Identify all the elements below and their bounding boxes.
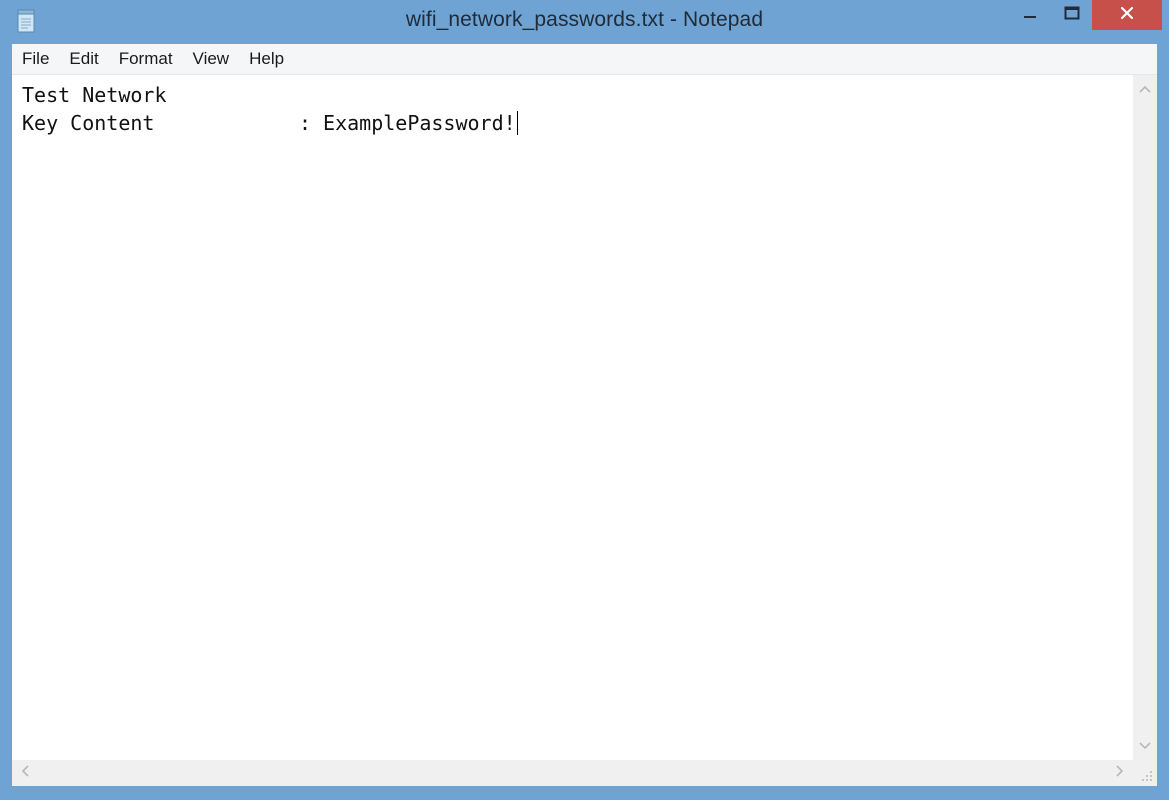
resize-grip[interactable] [1133,760,1157,786]
scroll-up-button[interactable] [1133,75,1157,103]
menu-bar: File Edit Format View Help [12,44,1157,75]
menu-help[interactable]: Help [239,44,294,74]
menu-file[interactable]: File [12,44,59,74]
editor-line: Key Content : ExamplePassword! [22,111,516,135]
chevron-right-icon [1116,764,1124,782]
menu-edit[interactable]: Edit [59,44,108,74]
chevron-down-icon [1139,737,1151,755]
chevron-up-icon [1139,80,1151,98]
vertical-scrollbar[interactable] [1133,75,1157,760]
text-caret [516,111,518,135]
text-editor[interactable]: Test Network Key Content : ExamplePasswo… [12,75,1133,760]
scroll-left-button[interactable] [12,760,38,786]
maximize-button[interactable] [1052,0,1092,30]
scroll-down-button[interactable] [1133,732,1157,760]
editor-content[interactable]: Test Network Key Content : ExamplePasswo… [22,81,518,137]
minimize-button[interactable] [1012,0,1048,30]
menu-format[interactable]: Format [109,44,183,74]
maximize-icon [1064,6,1080,25]
close-icon [1120,6,1134,25]
menu-view[interactable]: View [183,44,240,74]
notepad-window: wifi_network_passwords.txt - Notepad Fil… [0,0,1169,800]
chevron-left-icon [21,764,29,782]
title-bar[interactable]: wifi_network_passwords.txt - Notepad [0,0,1169,42]
close-button[interactable] [1092,0,1162,30]
minimize-icon [1023,6,1037,25]
resize-grip-icon [1133,771,1157,790]
scroll-right-button[interactable] [1107,760,1133,786]
editor-line: Test Network [22,83,167,107]
horizontal-scrollbar[interactable] [12,760,1133,786]
window-title: wifi_network_passwords.txt - Notepad [405,8,764,31]
